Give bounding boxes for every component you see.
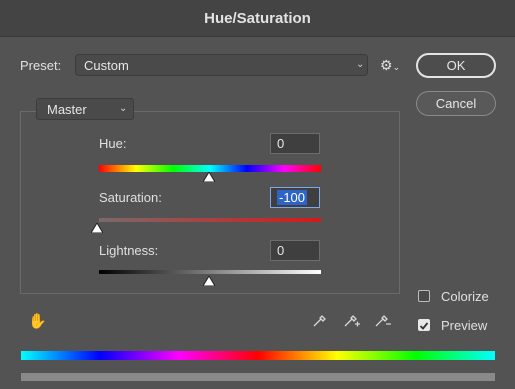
output-color-bar bbox=[21, 373, 495, 381]
eyedropper-minus-icon[interactable] bbox=[374, 312, 392, 333]
adjustment-group bbox=[20, 111, 400, 294]
chevron-down-icon: ⌄ bbox=[356, 59, 365, 70]
channel-dropdown[interactable]: Master ⌄ bbox=[36, 98, 134, 120]
eyedropper-plus-icon[interactable] bbox=[343, 312, 361, 333]
cancel-button[interactable]: Cancel bbox=[416, 91, 496, 116]
hue-saturation-dialog: Hue/Saturation Preset: Custom ⌄ ⚙⌄ OK Ca… bbox=[0, 0, 515, 389]
saturation-field[interactable]: -100 bbox=[270, 187, 320, 208]
lightness-label: Lightness: bbox=[99, 243, 159, 258]
colorize-checkbox[interactable] bbox=[418, 290, 430, 302]
saturation-track bbox=[99, 218, 321, 222]
title-bar: Hue/Saturation bbox=[0, 0, 515, 37]
eyedropper-icon[interactable] bbox=[312, 312, 328, 333]
hue-label: Hue: bbox=[99, 136, 127, 151]
gear-icon[interactable]: ⚙⌄ bbox=[380, 57, 400, 74]
colorize-label: Colorize bbox=[441, 289, 489, 304]
lightness-value: 0 bbox=[277, 243, 285, 258]
chevron-down-icon: ⌄ bbox=[119, 103, 128, 114]
ok-button[interactable]: OK bbox=[416, 53, 496, 78]
preview-checkbox[interactable] bbox=[418, 319, 430, 331]
lightness-track bbox=[99, 270, 321, 274]
hue-field[interactable]: 0 bbox=[270, 133, 320, 154]
saturation-label: Saturation: bbox=[99, 190, 162, 205]
hue-value: 0 bbox=[277, 136, 285, 151]
channel-value: Master bbox=[47, 102, 87, 117]
saturation-value: -100 bbox=[277, 190, 308, 205]
dialog-title: Hue/Saturation bbox=[204, 9, 311, 27]
input-color-bar bbox=[21, 351, 495, 360]
hand-adjust-icon[interactable]: ✋ bbox=[28, 312, 47, 330]
lightness-field[interactable]: 0 bbox=[270, 240, 320, 261]
preset-label: Preset: bbox=[20, 58, 62, 73]
preset-dropdown[interactable]: Custom ⌄ bbox=[75, 54, 368, 76]
preview-label: Preview bbox=[441, 318, 488, 333]
preset-value: Custom bbox=[84, 58, 129, 73]
